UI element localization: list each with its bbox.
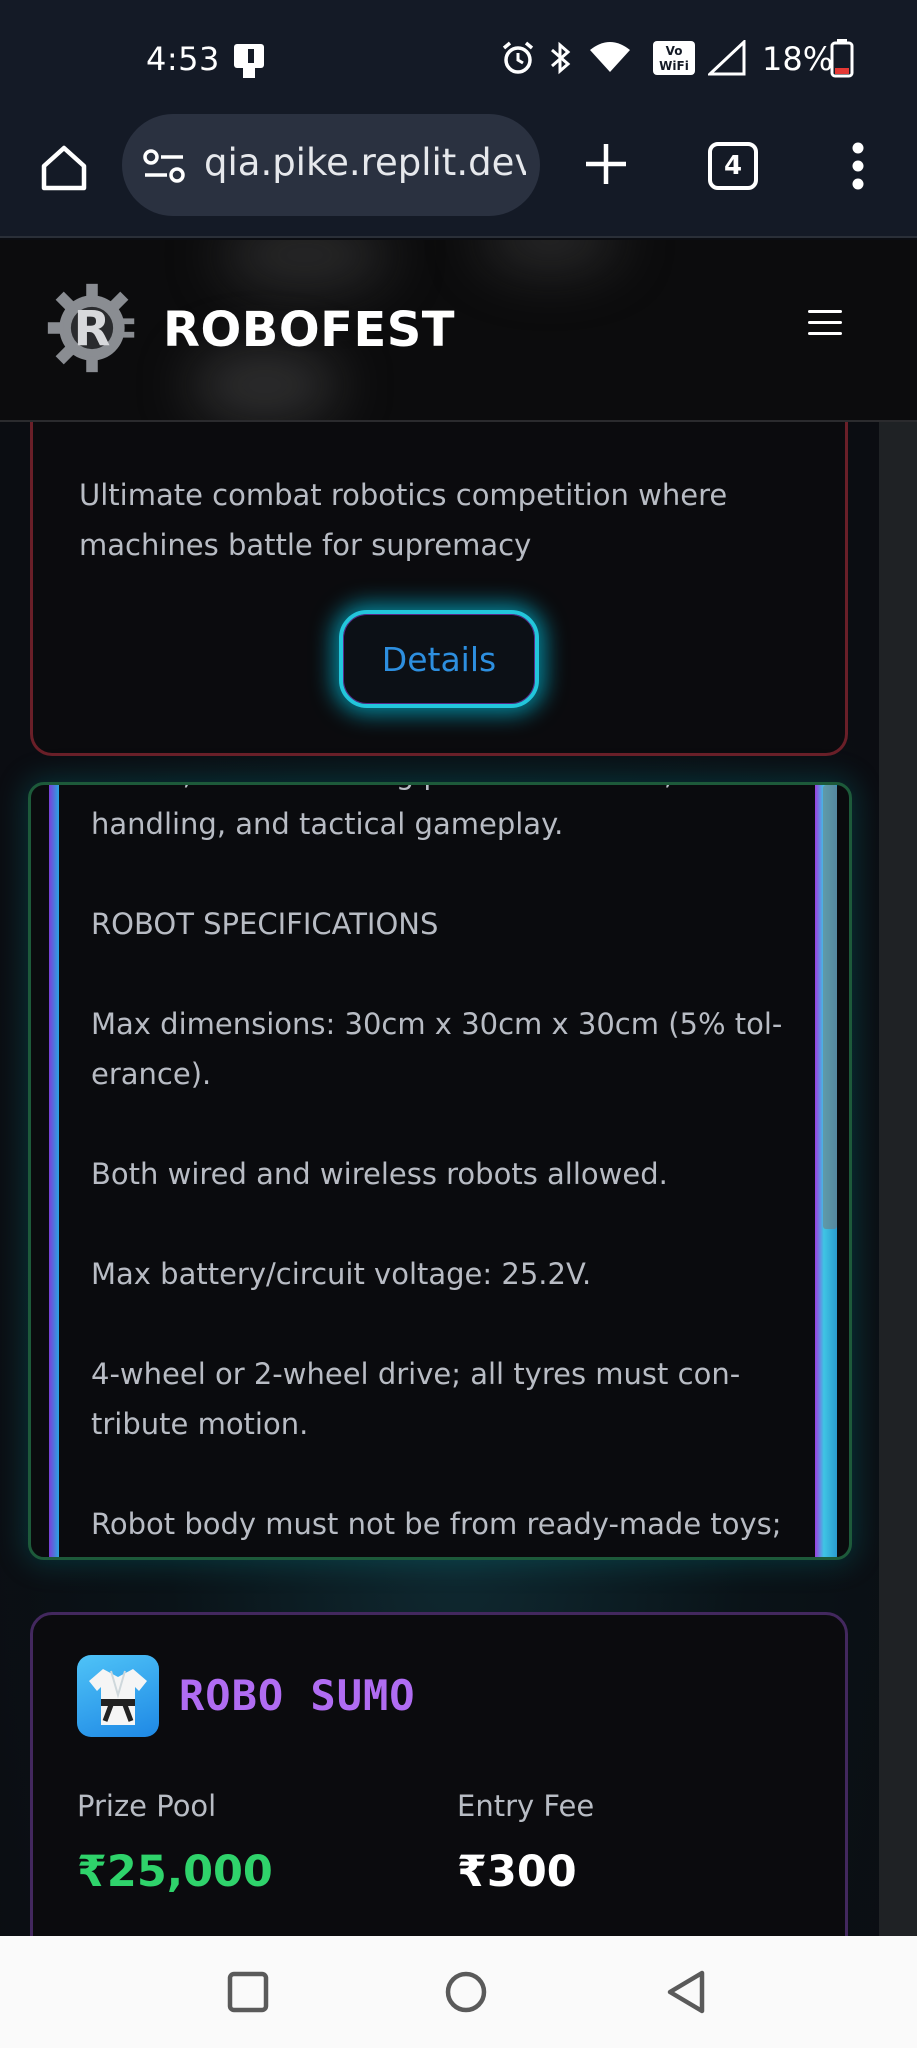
header-glow	[480, 240, 620, 270]
prize-pool-value: ₹25,000	[77, 1847, 273, 1897]
event-card: Ultimate combat robotics competition whe…	[30, 422, 848, 756]
header-glow	[190, 350, 340, 420]
status-time: 4:53	[146, 40, 220, 78]
entry-fee-value: ₹300	[457, 1847, 577, 1897]
url-text[interactable]: qia.pike.replit.dev	[204, 141, 526, 184]
rules-paragraph: 4-wheel or 2-wheel drive; all tyres must…	[91, 1357, 741, 1441]
new-tab-icon	[586, 144, 626, 184]
panel-gradient-border	[49, 785, 59, 1557]
home-button[interactable]	[34, 138, 94, 198]
page-scrollbar[interactable]	[879, 422, 917, 1936]
new-tab-button[interactable]	[580, 138, 632, 190]
events-list: Ultimate combat robotics competition whe…	[0, 422, 917, 1936]
more-icon	[852, 142, 864, 190]
home-icon	[41, 145, 87, 191]
svg-text:WiFi: WiFi	[659, 59, 689, 73]
recents-button[interactable]	[222, 1966, 274, 2018]
wifi-icon	[590, 42, 630, 72]
rules-paragraph: Max dimensions: 30cm x 30cm x 30cm (5% t…	[91, 1007, 783, 1091]
rules-heading: ROBOT SPECIFICATIONS	[91, 907, 439, 941]
bluetooth-icon	[551, 41, 571, 75]
notification-icon	[234, 44, 264, 78]
svg-text:R: R	[74, 301, 111, 357]
rules-paragraph: Robot body must not be from ready-made t…	[91, 1507, 782, 1541]
more-button[interactable]	[840, 136, 876, 196]
robofest-logo[interactable]: R	[44, 278, 140, 378]
tabs-button[interactable]: 4	[708, 142, 758, 190]
entry-fee-label: Entry Fee	[457, 1789, 595, 1823]
battery-percent: 18%	[762, 40, 834, 78]
rules-paragraph: Max battery/circuit voltage: 25.2V.	[91, 1257, 592, 1291]
hamburger-menu-icon[interactable]	[808, 310, 842, 340]
details-button[interactable]: Details	[339, 610, 539, 708]
rules-text: robots, demonstrating precision control,…	[91, 785, 831, 1549]
recents-icon	[227, 1971, 269, 2013]
site-header: R ROBOFEST	[0, 240, 917, 422]
tab-count: 4	[723, 151, 743, 181]
event-rules-panel[interactable]: robots, demonstrating precision control,…	[28, 782, 852, 1560]
vowifi-icon: Vo WiFi	[653, 41, 695, 75]
site-settings-button[interactable]	[138, 140, 190, 192]
svg-text:Vo: Vo	[666, 44, 683, 58]
alarm-icon	[502, 41, 534, 74]
back-icon	[667, 1970, 705, 2014]
back-button[interactable]	[660, 1966, 712, 2018]
prize-pool-label: Prize Pool	[77, 1789, 217, 1823]
event-description: Ultimate combat robotics competition whe…	[79, 478, 728, 562]
status-bar: 4:53 Vo WiFi 18%	[0, 0, 917, 118]
system-nav-bar	[0, 1936, 917, 2048]
site-settings-icon	[143, 149, 185, 183]
martial-arts-uniform-icon	[77, 1655, 159, 1737]
site-title[interactable]: ROBOFEST	[163, 302, 455, 358]
battery-icon	[830, 39, 854, 78]
signal-icon	[708, 40, 746, 76]
home-nav-button[interactable]	[440, 1966, 492, 2018]
header-glow	[220, 240, 390, 290]
rules-paragraph: robots, demonstrating precision control,…	[91, 785, 735, 841]
rules-paragraph: Both wired and wireless robots allowed.	[91, 1157, 668, 1191]
event-card: ROBO SUMO Prize Pool Entry Fee ₹25,000 ₹…	[30, 1612, 848, 1936]
home-circle-icon	[445, 1971, 487, 2013]
event-title: ROBO SUMO	[179, 1671, 416, 1720]
